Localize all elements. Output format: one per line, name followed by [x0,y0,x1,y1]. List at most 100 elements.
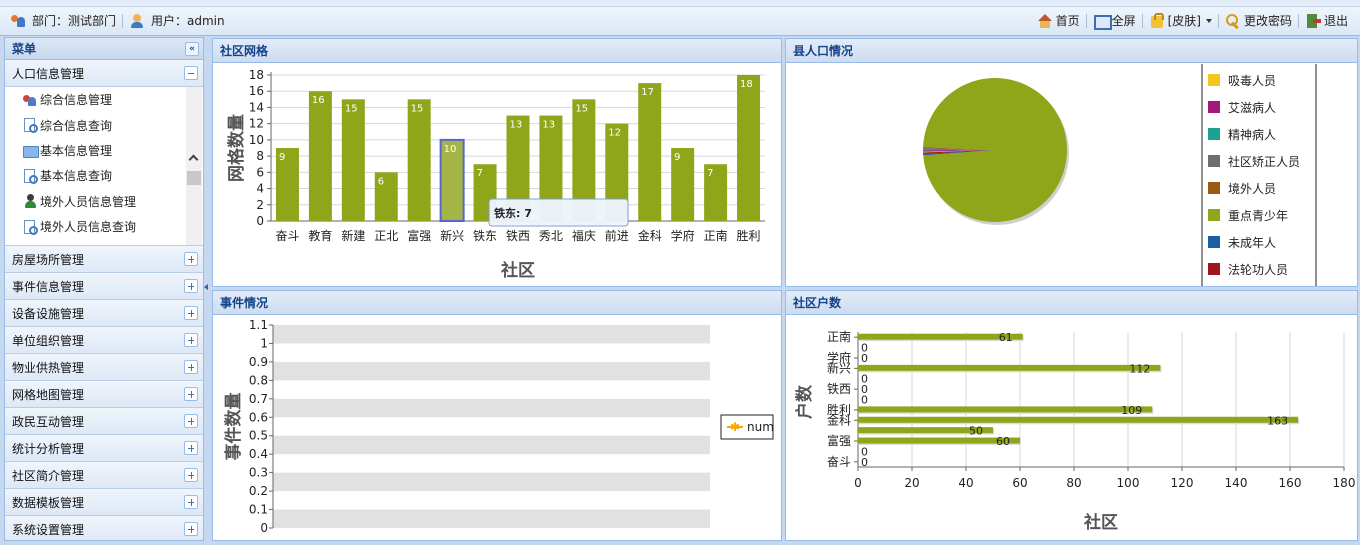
fullscreen-label: 全屏 [1111,14,1136,28]
bar-value-label: 9 [279,152,285,163]
band [273,472,710,492]
sidebar-subitem[interactable]: 境外人员信息管理 [5,189,187,214]
bar [638,83,662,221]
population-pie-chart: 吸毒人员艾滋病人精神病人社区矫正人员境外人员重点青少年未成年人法轮功人员 [923,64,1317,286]
scroll-up-icon[interactable] [188,154,199,165]
sidebar-subitem[interactable]: 基本信息查询 [5,163,187,188]
bar-value-label: 15 [345,103,358,114]
skin-menu-button[interactable]: [皮肤] [1143,12,1218,29]
bar-value-label: 60 [996,435,1010,448]
expand-section-icon[interactable] [184,306,198,320]
legend-label: 吸毒人员 [1228,74,1276,88]
logout-button[interactable]: 退出 [1299,12,1354,29]
bar-value-label: 15 [575,103,588,114]
separator [122,13,124,28]
y-tick-label: 1.1 [249,318,268,332]
bar-value-label: 18 [740,79,753,90]
sidebar-section[interactable]: 网格地图管理 [5,381,203,408]
expand-section-icon[interactable] [184,441,198,455]
fullscreen-button[interactable]: 全屏 [1087,12,1142,30]
expand-section-icon[interactable] [184,252,198,266]
expand-section-icon[interactable] [184,414,198,428]
band [273,398,710,418]
search-doc-icon [23,219,38,235]
legend-label: 法轮功人员 [1228,263,1288,277]
legend-swatch [1208,182,1220,194]
expand-section-icon[interactable] [184,333,198,347]
band [273,509,710,528]
sidebar-subitem-label: 基本信息查询 [40,169,113,184]
x-tick-label: 40 [958,476,973,490]
legend-swatch [1208,128,1220,140]
chevron-down-icon [1205,18,1212,23]
sidebar-section[interactable]: 社区简介管理 [5,462,203,489]
sidebar-subitem[interactable]: 综合信息查询 [5,112,187,137]
sidebar-section-label: 人口信息管理 [12,66,85,81]
sidebar-section[interactable]: 设备设施管理 [5,300,203,327]
expand-section-icon[interactable] [184,522,198,536]
change-password-button[interactable]: 更改密码 [1219,12,1298,29]
sidebar-section[interactable]: 数据模板管理 [5,489,203,516]
y-tick-label: 12 [249,117,264,131]
sidebar-subitem-label: 境外人员信息管理 [40,194,137,209]
expand-section-icon[interactable] [184,468,198,482]
y-tick-label: 0.4 [249,447,268,461]
x-tick-label: 胜利 [737,228,761,243]
x-tick-label: 160 [1279,476,1302,490]
sidebar-title: 菜单 [12,42,37,56]
legend-label: 未成年人 [1228,236,1276,250]
scroll-thumb[interactable] [187,171,201,185]
user-icon [129,13,145,29]
bar-value-label: 13 [542,120,555,131]
sidebar-section[interactable]: 事件信息管理 [5,273,203,300]
department-label: 部门：测试部门 [32,14,117,28]
sidebar-section[interactable]: 系统设置管理 [5,516,203,540]
bar-value-label: 12 [608,128,621,139]
key-icon [1225,13,1241,29]
home-label: 首页 [1055,14,1080,28]
submenu-scrollbar[interactable] [186,87,202,245]
sidebar-section[interactable]: 物业供热管理 [5,354,203,381]
x-tick-label: 教育 [308,228,332,243]
collapse-section-icon[interactable] [184,66,198,80]
sidebar-subitem[interactable]: 基本信息管理 [5,138,187,163]
legend-marker: ✱ [730,420,740,434]
legend-swatch [1208,101,1220,113]
expand-section-icon[interactable] [184,387,198,401]
people-icon [23,93,37,107]
sidebar-section-label: 物业供热管理 [12,360,85,375]
community-grid-chart: 0 2 4 6 8 10 12 14 16 18 9 奋斗 16 教育 15 新建 6 正北 15 富强 10 新兴 7 铁东… [226,68,765,281]
sidebar-section[interactable]: 统计分析管理 [5,435,203,462]
bar [737,75,761,221]
sidebar-section[interactable]: 政民互动管理 [5,408,203,435]
sidebar-subitem[interactable]: 综合信息管理 [5,87,187,112]
splitter-collapse-icon[interactable] [204,284,208,290]
collapse-sidebar-button[interactable]: « [185,41,199,56]
bar-value-label: 109 [1121,404,1142,417]
x-axis-label: 社区 [1083,512,1118,533]
expand-section-icon[interactable] [184,495,198,509]
y-tick-label: 0.6 [249,410,268,424]
bar-value-label: 61 [999,331,1013,344]
bar-value-label: 13 [510,120,523,131]
tooltip-text: 铁东: 7 [494,206,532,220]
sidebar-section-label: 社区简介管理 [12,468,85,483]
x-tick-label: 正北 [374,229,398,243]
sidebar-section-population[interactable]: 人口信息管理 [5,60,203,87]
sidebar-subitem[interactable]: 境外人员信息查询 [5,214,187,239]
y-tick-label: 16 [249,84,264,98]
bar [341,99,365,221]
home-button[interactable]: 首页 [1031,12,1086,29]
y-tick-label: 4 [256,182,264,196]
user-info: 部门：测试部门 用户：admin [10,12,225,29]
sidebar-sections: 房屋场所管理事件信息管理 设备设施管理 单位组织管理物业供热管理 网格地图管理政民互动… [5,246,203,540]
expand-section-icon[interactable] [184,360,198,374]
panel-community-households: 社区户数 0 20 40 60 80 100 120 140 160 180 奋斗 0 0 富强 60 50 金… [785,290,1358,541]
y-tick-label: 0.2 [249,484,268,498]
sidebar-section-label: 房屋场所管理 [12,252,85,267]
expand-section-icon[interactable] [184,279,198,293]
panel-title: 县人口情况 [786,39,1357,63]
sidebar-section[interactable]: 单位组织管理 [5,327,203,354]
sidebar-section[interactable]: 房屋场所管理 [5,246,203,273]
sidebar-section-label: 网格地图管理 [12,387,85,402]
